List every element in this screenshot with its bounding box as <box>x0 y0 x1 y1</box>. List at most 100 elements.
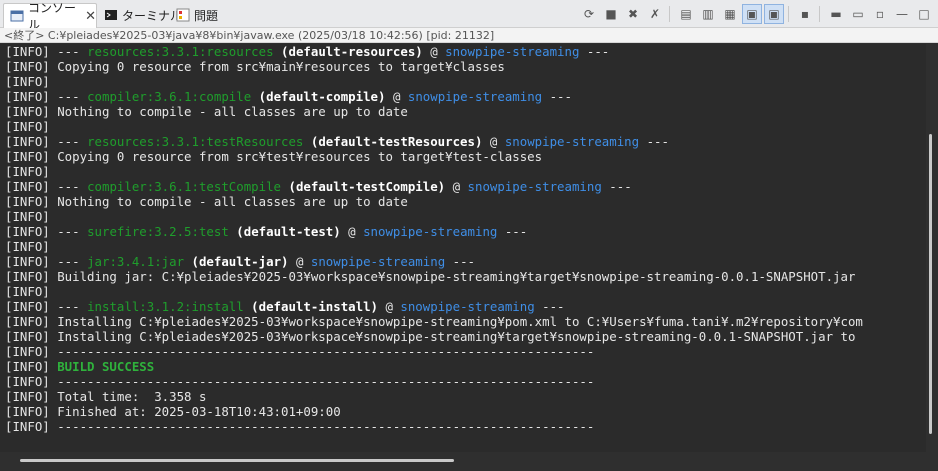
console-line-at: @ <box>430 44 446 59</box>
console-line-text: [INFO] Installing C:¥pleiades¥2025-03¥wo… <box>5 329 856 344</box>
console-line: [INFO] <box>0 284 926 299</box>
close-icon[interactable]: ✕ <box>85 9 96 24</box>
console-line: [INFO] <box>0 119 926 134</box>
plugin-goal: compiler:3.6.1:testCompile <box>87 179 282 194</box>
console-line-prefix: [INFO] --- <box>5 179 88 194</box>
console-line: [INFO] Copying 0 resource from src¥main¥… <box>0 59 926 74</box>
console-line-at: @ <box>348 224 364 239</box>
console-line: [INFO] Installing C:¥pleiades¥2025-03¥wo… <box>0 314 926 329</box>
console-line-text: [INFO] <box>5 239 50 254</box>
console-line: [INFO] --- jar:3.4.1:jar (default-jar) @… <box>0 254 926 269</box>
project-name: snowpipe-streaming <box>310 254 446 269</box>
execution-id: (default-test) <box>228 224 349 239</box>
console-line: [INFO] Building jar: C:¥pleiades¥2025-03… <box>0 269 926 284</box>
minimize-icon[interactable]: — <box>892 4 912 24</box>
console-line-text: [INFO] Building jar: C:¥pleiades¥2025-03… <box>5 269 856 284</box>
console-line-text: [INFO] Copying 0 resource from src¥test¥… <box>5 149 543 164</box>
new-console-icon[interactable]: ▫ <box>870 4 890 24</box>
console-line: [INFO] --- compiler:3.6.1:compile (defau… <box>0 89 926 104</box>
vertical-scrollbar[interactable] <box>926 44 938 452</box>
console-line-text: [INFO] <box>5 119 50 134</box>
console-line-suffix: --- <box>542 89 572 104</box>
console-toolbar: ⟳ ■ ✖ ✗ ▤ ▥ ▦ ▣ ▣ ▪ ▬ ▭ ▫ — □ <box>577 4 934 24</box>
console-line-suffix: --- <box>534 299 565 314</box>
execution-id: (default-install) <box>243 299 386 314</box>
console-line-at: @ <box>452 179 468 194</box>
show-on-output-icon[interactable]: ▣ <box>742 4 762 24</box>
console-line-suffix: --- <box>579 44 610 59</box>
console-view: コンソール ✕ ターミナル 問題 ⟳ ■ ✖ ✗ ▤ ▥ ▦ ▣ ▣ ▪ ▬ ▭… <box>0 0 938 471</box>
terminal-icon <box>104 8 118 22</box>
display-console-icon[interactable]: ▭ <box>848 4 868 24</box>
open-console-icon[interactable]: ▬ <box>826 4 846 24</box>
console-line-prefix: [INFO] --- <box>5 224 88 239</box>
console-line-text: [INFO] <box>5 284 50 299</box>
project-name: snowpipe-streaming <box>400 299 535 314</box>
horizontal-scrollbar-thumb[interactable] <box>20 459 454 462</box>
console-line: [INFO] --- resources:3.3.1:resources (de… <box>0 44 926 59</box>
maximize-icon[interactable]: □ <box>914 4 934 24</box>
tab-problems[interactable]: 問題 <box>170 3 218 27</box>
process-status: <終了> C:¥pleiades¥2025-03¥java¥8¥bin¥java… <box>0 28 938 43</box>
pin-icon[interactable]: ⟳ <box>579 4 599 24</box>
console-line-text: [INFO] ---------------------------------… <box>5 374 595 389</box>
project-name: snowpipe-streaming <box>363 224 498 239</box>
plugin-goal: resources:3.3.1:testResources <box>87 134 304 149</box>
toolbar-separator <box>788 6 789 22</box>
console-line-text: [INFO] <box>5 209 50 224</box>
console-line-prefix: [INFO] <box>5 359 58 374</box>
horizontal-scrollbar[interactable] <box>0 452 938 471</box>
console-line-prefix: [INFO] --- <box>5 89 88 104</box>
plugin-goal: compiler:3.6.1:compile <box>87 89 252 104</box>
word-wrap-icon[interactable]: ▦ <box>720 4 740 24</box>
console-line: [INFO] ---------------------------------… <box>0 374 926 389</box>
execution-id: (default-jar) <box>184 254 296 269</box>
console-line: [INFO] --- surefire:3.2.5:test (default-… <box>0 224 926 239</box>
console-line-prefix: [INFO] --- <box>5 44 88 59</box>
console-line: [INFO] BUILD SUCCESS <box>0 359 926 374</box>
console-line-suffix: --- <box>639 134 669 149</box>
problems-icon <box>176 8 190 22</box>
console-output[interactable]: [INFO] --- resources:3.3.1:resources (de… <box>0 44 926 452</box>
console-line: [INFO] <box>0 74 926 89</box>
console-icon <box>10 9 24 23</box>
execution-id: (default-testCompile) <box>281 179 453 194</box>
remove-all-icon[interactable]: ✗ <box>645 4 665 24</box>
console-line-text: [INFO] <box>5 164 50 179</box>
toolbar-separator <box>669 6 670 22</box>
console-line-text: [INFO] <box>5 74 50 89</box>
console-line: [INFO] <box>0 239 926 254</box>
project-name: snowpipe-streaming <box>445 44 580 59</box>
tab-console[interactable]: コンソール ✕ <box>3 1 97 32</box>
stop-icon[interactable]: ■ <box>601 4 621 24</box>
scroll-lock-icon[interactable]: ▥ <box>698 4 718 24</box>
project-name: snowpipe-streaming <box>407 89 543 104</box>
console-line-text: [INFO] Nothing to compile - all classes … <box>5 104 408 119</box>
save-icon[interactable]: ▪ <box>795 4 815 24</box>
console-line: [INFO] ---------------------------------… <box>0 419 926 434</box>
console-line: [INFO] Finished at: 2025-03-18T10:43:01+… <box>0 404 926 419</box>
plugin-goal: surefire:3.2.5:test <box>87 224 229 239</box>
console-line: [INFO] --- resources:3.3.1:testResources… <box>0 134 926 149</box>
vertical-scrollbar-thumb[interactable] <box>929 134 932 434</box>
console-line: [INFO] Installing C:¥pleiades¥2025-03¥wo… <box>0 329 926 344</box>
console-line: [INFO] Nothing to compile - all classes … <box>0 104 926 119</box>
console-line-prefix: [INFO] --- <box>5 134 88 149</box>
show-on-error-icon[interactable]: ▣ <box>764 4 784 24</box>
console-line-text: [INFO] ---------------------------------… <box>5 344 595 359</box>
console-line-suffix: --- <box>601 179 632 194</box>
execution-id: (default-testResources) <box>303 134 490 149</box>
console-line-text: [INFO] ---------------------------------… <box>5 419 595 434</box>
console-line: [INFO] Nothing to compile - all classes … <box>0 194 926 209</box>
console-line-prefix: [INFO] --- <box>5 299 88 314</box>
project-name: snowpipe-streaming <box>504 134 640 149</box>
remove-launch-icon[interactable]: ✖ <box>623 4 643 24</box>
console-line-suffix: --- <box>497 224 528 239</box>
plugin-goal: resources:3.3.1:resources <box>87 44 274 59</box>
execution-id: (default-compile) <box>251 89 393 104</box>
console-line-at: @ <box>392 89 408 104</box>
toolbar-separator <box>819 6 820 22</box>
console-line-text: [INFO] Copying 0 resource from src¥main¥… <box>5 59 505 74</box>
clear-console-icon[interactable]: ▤ <box>676 4 696 24</box>
console-line-at: @ <box>489 134 505 149</box>
